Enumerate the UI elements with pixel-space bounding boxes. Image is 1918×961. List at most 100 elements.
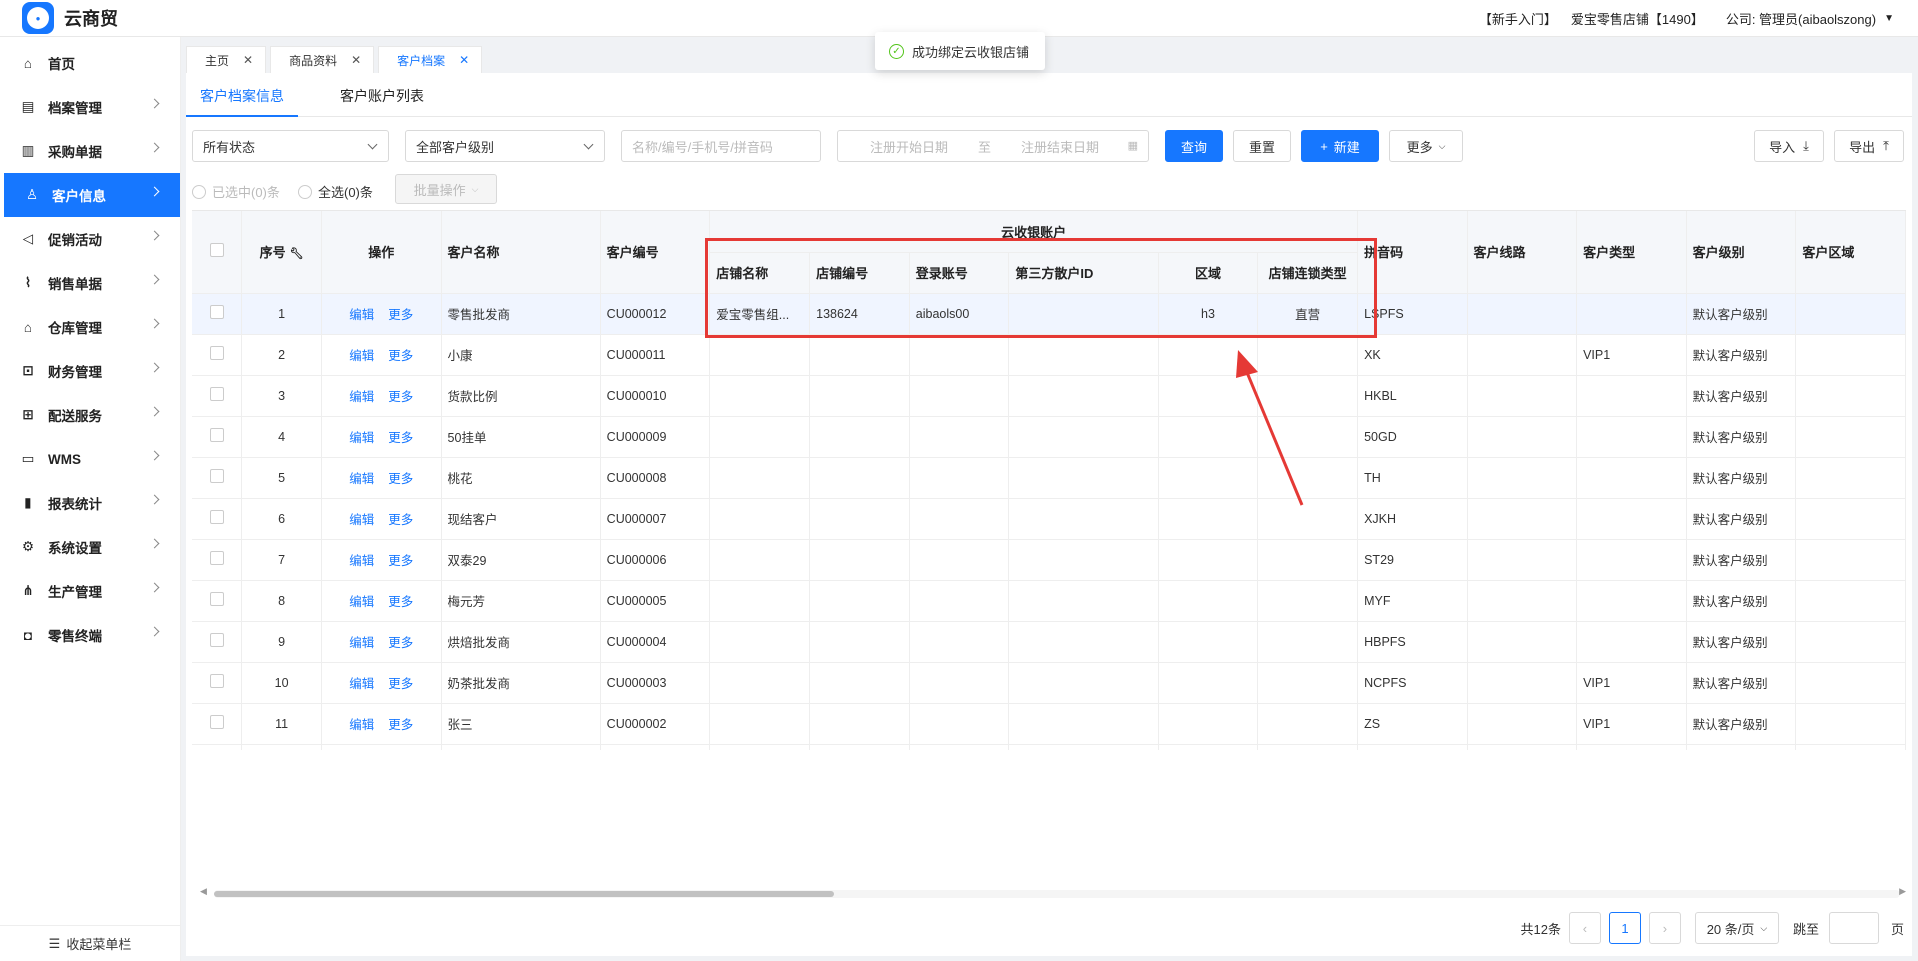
more-link[interactable]: 更多 [388,513,413,527]
goto-page-input[interactable] [1828,912,1879,944]
table-row[interactable]: 6 编辑 更多 现结客户 CU000007 XJKH 默认客户级别 [192,498,1906,540]
more-link[interactable]: 更多 [388,595,413,609]
export-button[interactable]: 导出 ⤒ [1834,130,1904,162]
checkbox[interactable] [209,387,224,401]
table-row[interactable]: 5 编辑 更多 桃花 CU000008 TH 默认客户级别 [192,457,1906,499]
table-row[interactable]: 9 编辑 更多 烘焙批发商 CU000004 HBPFS 默认客户级别 [192,621,1906,663]
checkbox[interactable] [209,592,224,606]
more-link[interactable]: 更多 [388,554,413,568]
prev-page-button[interactable]: ‹ [1568,912,1601,944]
date-start[interactable]: 注册开始日期 [870,137,948,156]
scroll-thumb[interactable] [214,891,834,897]
checkbox[interactable] [209,551,224,565]
sidebar-item-12[interactable]: ⋔ 生产管理 [0,569,180,613]
subtab-customer-info[interactable]: 客户档案信息 [186,83,298,117]
batch-operation-button[interactable]: 批量操作 ⌵ [395,174,497,204]
search-input[interactable]: 名称/编号/手机号/拼音码 [621,130,821,162]
chevron-down-icon[interactable]: ▼ [1884,13,1894,24]
date-end[interactable]: 注册结束日期 [1021,137,1099,156]
store-name[interactable]: 爱宝零售店铺【1490】 [1571,9,1704,28]
sidebar-item-6[interactable]: ⌂ 仓库管理 [0,305,180,349]
table-row[interactable]: 1 编辑 更多 零售批发商 CU000012 爱宝零售组... 138624 aibaols0… [192,293,1906,335]
level-select[interactable]: 全部客户级别 [405,130,605,162]
page-size-select[interactable]: 20 条/页 ⌵ [1694,912,1779,944]
edit-link[interactable]: 编辑 [349,390,374,404]
status-select[interactable]: 所有状态 [192,130,389,162]
table-row[interactable]: 8 编辑 更多 梅元芳 CU000005 MYF 默认客户级别 [192,580,1906,622]
scroll-right-icon[interactable]: ▶ [1899,886,1906,897]
more-button[interactable]: 更多 ⌵ [1389,130,1463,162]
row-checkbox-cell[interactable] [192,662,243,704]
sidebar-item-11[interactable]: ⚙ 系统设置 [0,525,180,569]
edit-link[interactable]: 编辑 [349,636,374,650]
page-1-button[interactable]: 1 [1608,912,1641,944]
sidebar-item-2[interactable]: ▥ 采购单据 [0,129,180,173]
checkbox[interactable] [209,715,224,729]
newbie-link[interactable]: 【新手入门】 [1479,9,1557,28]
selected-radio[interactable]: 已选中(0)条 [192,182,280,201]
edit-link[interactable]: 编辑 [349,595,374,609]
collapse-menu-button[interactable]: ☰ 收起菜单栏 [0,925,180,961]
header-checkbox-cell[interactable] [192,211,243,294]
sidebar-item-1[interactable]: ▤ 档案管理 [0,85,180,129]
query-button[interactable]: 查询 [1165,130,1223,162]
row-checkbox-cell[interactable] [192,703,243,745]
close-icon[interactable]: ✕ [351,53,361,67]
close-icon[interactable]: ✕ [243,53,253,67]
sidebar-item-8[interactable]: ⊞ 配送服务 [0,393,180,437]
more-link[interactable]: 更多 [388,472,413,486]
table-row[interactable]: 7 编辑 更多 双泰29 CU000006 ST29 默认客户级别 [192,539,1906,581]
more-link[interactable]: 更多 [388,308,413,322]
reset-button[interactable]: 重置 [1233,130,1291,162]
checkbox[interactable] [209,510,224,524]
date-range-picker[interactable]: 注册开始日期 至 注册结束日期 ▦ [837,130,1149,162]
row-checkbox-cell[interactable] [192,744,243,750]
sidebar-item-5[interactable]: ⌇ 销售单据 [0,261,180,305]
edit-link[interactable]: 编辑 [349,431,374,445]
table-row[interactable]: 4 编辑 更多 50挂单 CU000009 50GD 默认客户级别 [192,416,1906,458]
tab-products[interactable]: 商品资料 ✕ [270,46,375,73]
row-checkbox-cell[interactable] [192,293,243,335]
sidebar-item-10[interactable]: ▮ 报表统计 [0,481,180,525]
app-logo[interactable]: ● 云商贸 [22,2,118,34]
edit-link[interactable]: 编辑 [349,677,374,691]
checkbox[interactable] [209,305,224,319]
row-checkbox-cell[interactable] [192,498,243,540]
row-checkbox-cell[interactable] [192,580,243,622]
checkbox[interactable] [209,243,224,258]
table-row[interactable]: 2 编辑 更多 小康 CU000011 XK VIP1 默认客户级别 [192,334,1906,376]
edit-link[interactable]: 编辑 [349,472,374,486]
horizontal-scrollbar[interactable]: ◀ ▶ [200,886,1906,898]
more-link[interactable]: 更多 [388,718,413,732]
edit-link[interactable]: 编辑 [349,308,374,322]
row-checkbox-cell[interactable] [192,457,243,499]
tab-customer-archive[interactable]: 客户档案 ✕ [378,46,483,73]
edit-link[interactable]: 编辑 [349,513,374,527]
next-page-button[interactable]: › [1648,912,1681,944]
checkbox[interactable] [209,674,224,688]
subtab-customer-accounts[interactable]: 客户账户列表 [326,83,438,117]
more-link[interactable]: 更多 [388,431,413,445]
sidebar-item-7[interactable]: ⊡ 财务管理 [0,349,180,393]
select-all-radio[interactable]: 全选(0)条 [298,182,373,201]
more-link[interactable]: 更多 [388,390,413,404]
edit-link[interactable]: 编辑 [349,349,374,363]
table-row[interactable]: 11 编辑 更多 张三 CU000002 ZS VIP1 默认客户级别 [192,703,1906,745]
row-checkbox-cell[interactable] [192,416,243,458]
scroll-left-icon[interactable]: ◀ [200,886,207,897]
sidebar-item-4[interactable]: ◁ 促销活动 [0,217,180,261]
more-link[interactable]: 更多 [388,349,413,363]
checkbox[interactable] [209,633,224,647]
tab-home[interactable]: 主页 ✕ [186,46,267,73]
checkbox[interactable] [209,346,224,360]
new-button[interactable]: + 新建 [1301,130,1379,162]
checkbox[interactable] [209,469,224,483]
row-checkbox-cell[interactable] [192,334,243,376]
table-row[interactable]: 12编辑更多测试客户CU000001 CSKH 默认客户级别 [192,744,1906,750]
more-link[interactable]: 更多 [388,677,413,691]
company-account[interactable]: 公司: 管理员(aibaolszong) [1726,9,1876,28]
sidebar-item-9[interactable]: ▭ WMS [0,437,180,481]
header-no[interactable]: 序号 🔧︎ [241,211,322,294]
sidebar-item-3[interactable]: ♙ 客户信息 [4,173,180,217]
sidebar-item-13[interactable]: ◘ 零售终端 [0,613,180,657]
